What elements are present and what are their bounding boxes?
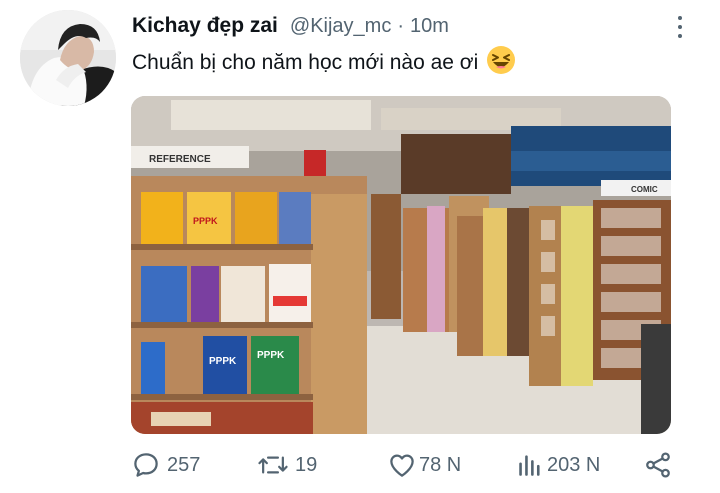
retweet-count: 19	[295, 453, 318, 476]
views-button[interactable]: 203 N	[517, 447, 600, 483]
retweet-button[interactable]: 19	[257, 447, 317, 483]
separator-dot: ·	[397, 15, 404, 37]
tweet-actions: 257 19 78 N 203 N	[131, 447, 676, 483]
like-button[interactable]: 78 N	[387, 447, 461, 483]
timestamp[interactable]: 10m	[410, 15, 449, 38]
reference-sign: REFERENCE	[149, 154, 211, 165]
comic-sign: COMIC	[631, 185, 658, 194]
book-label-1: PPPK	[193, 216, 218, 226]
share-icon	[646, 452, 670, 478]
tweet-image[interactable]: REFERENCE PPPK PPPK PPPK COMIC	[131, 96, 671, 434]
views-icon	[519, 455, 540, 476]
views-count: 203 N	[547, 453, 601, 476]
reply-count: 257	[167, 453, 201, 476]
like-count: 78 N	[419, 453, 462, 476]
tweet-text: Chuẩn bị cho năm học mới nào ae ơi	[132, 45, 516, 81]
share-button[interactable]	[643, 447, 673, 483]
avatar-image	[20, 10, 116, 106]
bookstore-photo: REFERENCE PPPK PPPK PPPK COMIC	[131, 96, 671, 434]
more-icon[interactable]	[672, 14, 688, 40]
book-label-2: PPPK	[209, 356, 237, 367]
display-name[interactable]: Kichay đẹp zai	[132, 14, 278, 38]
user-handle[interactable]: @Kijay_mc	[290, 15, 391, 38]
reply-button[interactable]: 257	[131, 447, 200, 483]
tweet-text-content: Chuẩn bị cho năm học mới nào ae ơi	[132, 51, 479, 74]
book-label-3: PPPK	[257, 350, 285, 361]
heart-icon	[390, 454, 414, 477]
tweet-header: Kichay đẹp zai @Kijay_mc · 10m	[132, 14, 449, 40]
laughing-emoji-icon	[486, 45, 516, 81]
retweet-icon	[258, 456, 288, 474]
reply-icon	[134, 453, 158, 477]
avatar[interactable]	[20, 10, 116, 106]
